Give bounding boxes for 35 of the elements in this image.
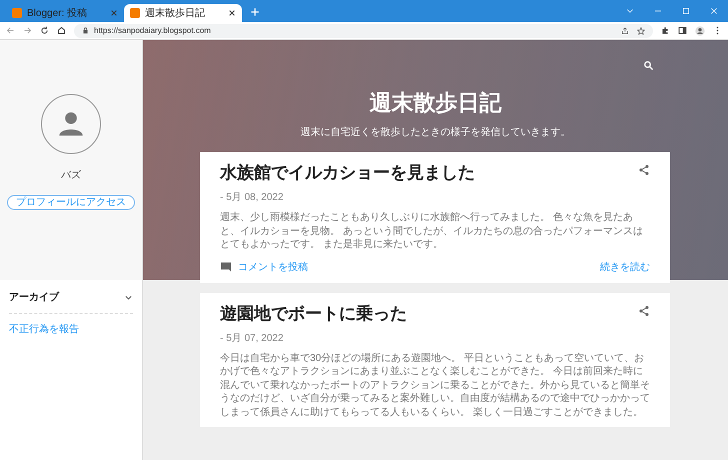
close-icon[interactable] [228, 9, 236, 17]
chevron-down-icon [124, 293, 133, 302]
share-icon[interactable] [638, 164, 650, 176]
share-icon[interactable] [638, 304, 650, 316]
home-icon[interactable] [57, 26, 66, 35]
extension-icon[interactable] [661, 26, 670, 35]
comment-icon [220, 261, 232, 273]
post-body: 今日は自宅から車で30分ほどの場所にある遊園地へ。 平日ということもあって空いていて、おかげで色々なアトラクションにあまり並ぶことなく楽しむことができた。 今日は前回来た時に混んでいて乗れなかったボートのアトラクションに乗ることができた。外から見ていると簡単そうなのだけど、いざ自分が乗ってみると案外難しい。自由度が結構あるので途中でひっかかってしまって係員さんに助けてもらってる人もいるくらい。 楽しく一日過ごすことができました。 [220, 352, 650, 419]
address-field[interactable]: https://sanpodaiary.blogspot.com [74, 24, 653, 38]
post-body: 週末、少し雨模様だったこともあり久しぶりに水族館へ行ってみました。 色々な魚を見たあと、イルカショーを見物。 あっという間でしたが、イルカたちの息の合ったパフォーマンスはとてもよかったです。 また是非見に来たいです。 [220, 211, 644, 252]
profile-name: バズ [61, 169, 81, 183]
share-icon[interactable] [621, 26, 629, 34]
chevron-down-icon[interactable] [626, 7, 634, 15]
avatar-icon[interactable] [695, 26, 705, 36]
favicon-icon [130, 8, 140, 18]
blog-description: 週末に自宅近くを散歩したときの様子を発信していきます。 [300, 126, 570, 140]
back-arrow-icon[interactable] [6, 26, 15, 35]
search-icon[interactable] [643, 60, 654, 71]
browser-tab[interactable]: Blogger: 投稿 [6, 4, 124, 22]
reload-icon[interactable] [40, 26, 49, 35]
browser-tab[interactable]: 週末散歩日記 [124, 4, 242, 22]
favicon-icon [12, 8, 22, 18]
post-date: - 5月 07, 2022 [220, 332, 284, 346]
side-panel-icon[interactable] [678, 26, 687, 35]
new-tab-icon[interactable] [250, 7, 260, 17]
maximize-icon[interactable] [682, 7, 690, 15]
forward-arrow-icon[interactable] [23, 26, 32, 35]
post-title[interactable]: 遊園地でボートに乗った [220, 304, 407, 324]
lock-icon [82, 27, 89, 34]
person-icon [57, 110, 85, 138]
post-date: - 5月 08, 2022 [220, 191, 284, 205]
archive-toggle[interactable]: アーカイブ [9, 286, 133, 314]
star-icon[interactable] [637, 26, 645, 34]
post-title[interactable]: 水族館でイルカショーを見ました [220, 163, 475, 184]
blog-title: 週末散歩日記 [370, 89, 502, 117]
